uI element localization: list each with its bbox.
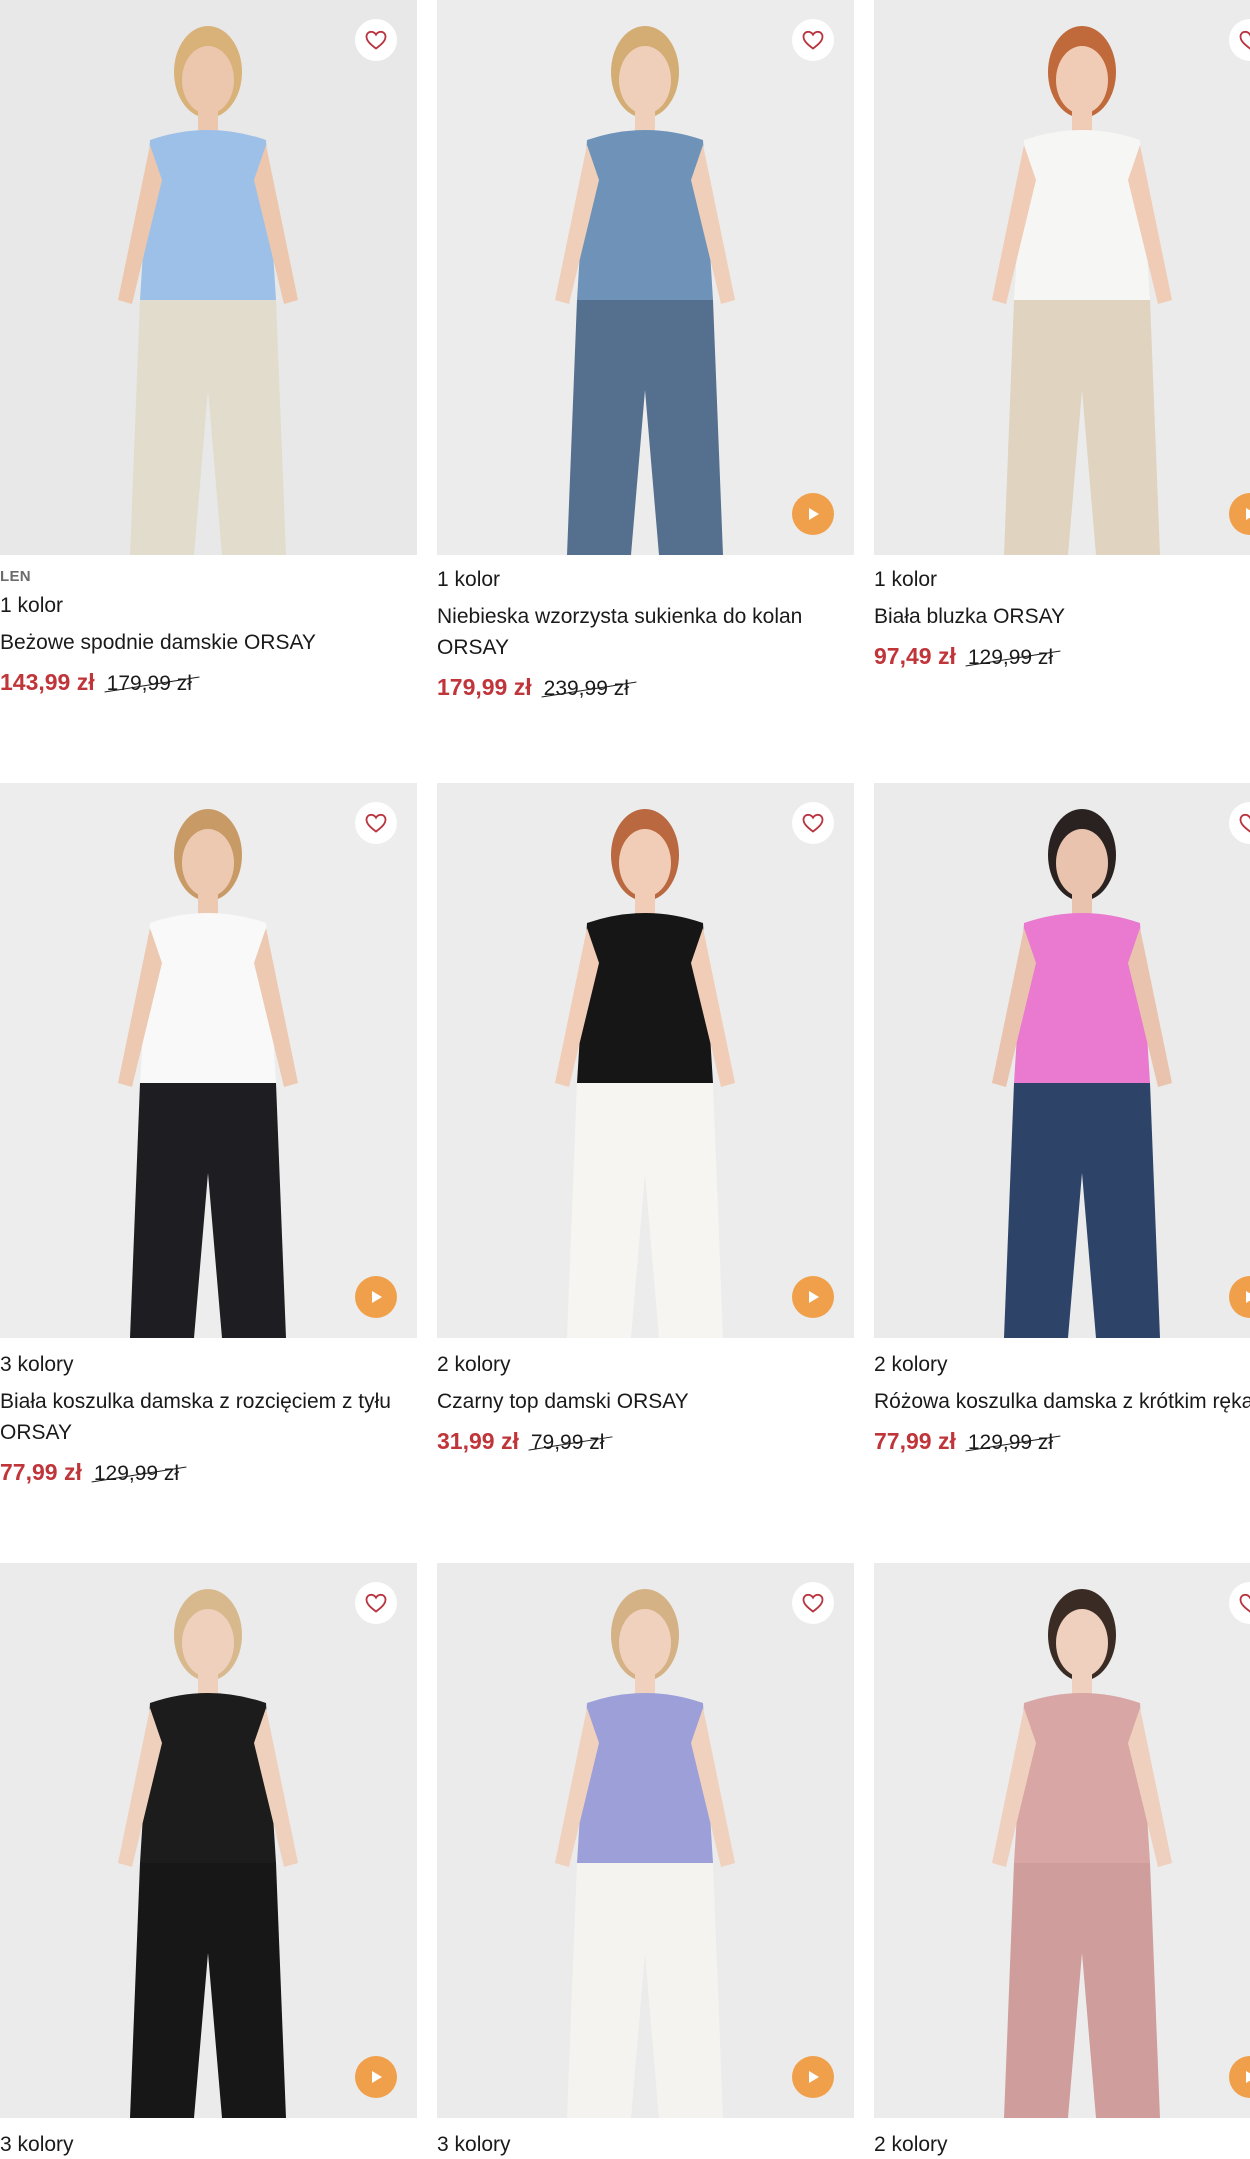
product-image[interactable] xyxy=(874,783,1250,1338)
original-price: 239,99 zł xyxy=(543,677,629,700)
model-illustration xyxy=(555,1589,735,2118)
model-illustration xyxy=(992,809,1172,1338)
color-count: 1 kolor xyxy=(437,568,501,591)
original-price: 129,99 zł xyxy=(967,1431,1054,1454)
video-play-button[interactable] xyxy=(355,1276,397,1318)
product-name[interactable]: Czarny top damski ORSAY xyxy=(437,1386,847,1417)
product-name[interactable]: Beżowe spodnie damskie ORSAY xyxy=(0,627,410,658)
material-tag: LEN xyxy=(0,568,31,585)
product-name[interactable]: Różowa koszulka damska z krótkim rękawem… xyxy=(874,1386,1250,1417)
price-row: 179,99 zł 239,99 zł xyxy=(437,674,854,701)
product-image[interactable] xyxy=(437,0,854,555)
color-count: 3 kolory xyxy=(0,1353,74,1376)
product-image[interactable] xyxy=(0,1563,417,2118)
product-grid: LEN 1 kolor Beżowe spodnie damskie ORSAY… xyxy=(0,0,1250,2159)
heart-outline-icon xyxy=(802,1593,824,1613)
play-icon xyxy=(372,2071,382,2083)
original-price: 129,99 zł xyxy=(967,646,1054,669)
sale-price: 31,99 zł xyxy=(437,1428,519,1454)
price-row: 31,99 zł 79,99 zł xyxy=(437,1428,854,1455)
model-illustration xyxy=(992,26,1172,555)
model-illustration xyxy=(555,26,735,555)
product-image[interactable] xyxy=(0,0,417,555)
product-name[interactable]: Niebieska wzorzysta sukienka do kolan OR… xyxy=(437,601,847,663)
favorite-button[interactable] xyxy=(355,1582,397,1624)
favorite-button[interactable] xyxy=(792,1582,834,1624)
play-icon xyxy=(809,508,819,520)
model-illustration xyxy=(992,1589,1172,2118)
product-info: LEN 1 kolor Beżowe spodnie damskie ORSAY… xyxy=(0,555,417,696)
product-info: 1 kolor Biała bluzka ORSAY 97,49 zł 129,… xyxy=(874,555,1250,670)
video-play-button[interactable] xyxy=(792,1276,834,1318)
product-info: 2 kolory Czarny top damski ORSAY 31,99 z… xyxy=(437,1338,854,1455)
sale-price: 77,99 zł xyxy=(874,1428,956,1454)
price-row: 143,99 zł 179,99 zł xyxy=(0,669,417,696)
heart-outline-icon xyxy=(1239,1593,1250,1613)
product-info: 3 kolory xyxy=(0,2118,417,2158)
model-illustration xyxy=(118,26,298,555)
product-name[interactable]: Biała bluzka ORSAY xyxy=(874,601,1250,632)
product-image[interactable] xyxy=(874,1563,1250,2118)
sale-price: 179,99 zł xyxy=(437,674,532,700)
product-image[interactable] xyxy=(874,0,1250,555)
product-image[interactable] xyxy=(437,1563,854,2118)
color-count: 2 kolory xyxy=(874,1353,948,1376)
product-image[interactable] xyxy=(0,783,417,1338)
play-icon xyxy=(372,1291,382,1303)
price-row: 77,99 zł 129,99 zł xyxy=(874,1428,1250,1455)
color-count: 1 kolor xyxy=(0,594,64,617)
product-name[interactable]: Biała koszulka damska z rozcięciem z tył… xyxy=(0,1386,410,1448)
color-count: 3 kolory xyxy=(437,2133,511,2156)
favorite-button[interactable] xyxy=(792,19,834,61)
model-illustration xyxy=(118,1589,298,2118)
heart-outline-icon xyxy=(365,813,387,833)
heart-outline-icon xyxy=(365,1593,387,1613)
original-price: 179,99 zł xyxy=(106,672,192,695)
favorite-button[interactable] xyxy=(355,19,397,61)
play-icon xyxy=(1246,2071,1250,2083)
model-illustration xyxy=(555,809,735,1338)
play-icon xyxy=(809,1291,819,1303)
heart-outline-icon xyxy=(1239,30,1250,50)
sale-price: 97,49 zł xyxy=(874,643,956,669)
color-count: 1 kolor xyxy=(874,568,938,591)
price-row: 77,99 zł 129,99 zł xyxy=(0,1459,417,1486)
heart-outline-icon xyxy=(802,813,824,833)
product-image[interactable] xyxy=(437,783,854,1338)
original-price: 129,99 zł xyxy=(93,1462,180,1485)
product-info: 3 kolory Biała koszulka damska z rozcięc… xyxy=(0,1338,417,1486)
color-count: 2 kolory xyxy=(437,1353,511,1376)
color-count: 3 kolory xyxy=(0,2133,74,2156)
product-info: 1 kolor Niebieska wzorzysta sukienka do … xyxy=(437,555,854,701)
original-price: 79,99 zł xyxy=(530,1431,605,1454)
video-play-button[interactable] xyxy=(792,2056,834,2098)
heart-outline-icon xyxy=(1239,813,1250,833)
heart-outline-icon xyxy=(802,30,824,50)
play-icon xyxy=(809,2071,819,2083)
favorite-button[interactable] xyxy=(792,802,834,844)
play-icon xyxy=(1246,1291,1250,1303)
product-info: 2 kolory xyxy=(874,2118,1250,2158)
color-count: 2 kolory xyxy=(874,2133,948,2156)
model-illustration xyxy=(118,809,298,1338)
play-icon xyxy=(1246,508,1250,520)
product-info: 2 kolory Różowa koszulka damska z krótki… xyxy=(874,1338,1250,1455)
sale-price: 77,99 zł xyxy=(0,1459,82,1485)
price-row: 97,49 zł 129,99 zł xyxy=(874,643,1250,670)
heart-outline-icon xyxy=(365,30,387,50)
video-play-button[interactable] xyxy=(355,2056,397,2098)
sale-price: 143,99 zł xyxy=(0,669,95,695)
video-play-button[interactable] xyxy=(792,493,834,535)
product-info: 3 kolory xyxy=(437,2118,854,2158)
favorite-button[interactable] xyxy=(355,802,397,844)
